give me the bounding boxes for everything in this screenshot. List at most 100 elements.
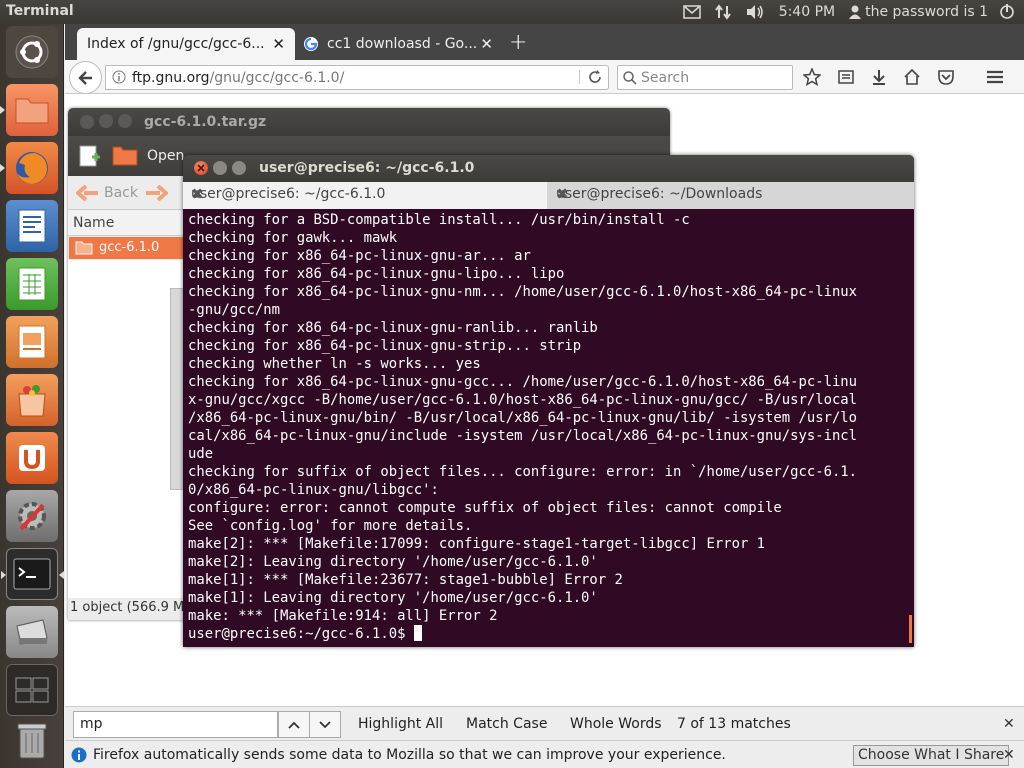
launcher-firefox-button[interactable] xyxy=(0,142,58,194)
launcher-ubuntu-one-button[interactable] xyxy=(6,432,58,484)
downloads-icon[interactable] xyxy=(871,69,887,85)
terminal-tab-downloads[interactable]: user@precise6: ~/Downloads ✖ xyxy=(548,182,912,209)
close-tab-icon[interactable]: ✕ xyxy=(272,35,285,53)
close-tab-icon[interactable]: ✕ xyxy=(480,35,493,53)
shopping-bag-icon xyxy=(15,382,49,418)
terminal-line: -gnu/gcc/nm xyxy=(188,302,280,318)
terminal-line: checking for gawk... mawk xyxy=(188,230,398,246)
running-indicator xyxy=(0,164,5,172)
active-app-title: Terminal xyxy=(6,3,74,19)
close-tab-icon[interactable]: ✖ xyxy=(191,185,541,203)
close-tab-icon[interactable]: ✖ xyxy=(556,185,906,203)
minimize-window-button[interactable] xyxy=(213,161,227,175)
search-input[interactable]: Search xyxy=(617,65,793,90)
user-icon xyxy=(849,5,862,19)
reload-icon[interactable] xyxy=(579,70,602,84)
search-icon xyxy=(623,71,637,85)
bookmarks-list-icon[interactable] xyxy=(838,69,854,85)
hamburger-menu-icon[interactable] xyxy=(986,69,1004,85)
launcher-writer-button[interactable] xyxy=(6,200,58,252)
terminal-tab-gcc[interactable]: user@precise6: ~/gcc-6.1.0 ✖ xyxy=(183,182,547,209)
minimize-window-button[interactable] xyxy=(99,114,113,128)
find-input[interactable]: mp xyxy=(73,711,278,738)
terminal-line: checking for a BSD-compatible install...… xyxy=(188,212,690,228)
archive-titlebar: gcc-6.1.0.tar.gz xyxy=(68,108,670,136)
open-archive-icon[interactable] xyxy=(112,144,138,166)
launcher xyxy=(0,24,64,768)
back-label[interactable]: Back xyxy=(104,185,138,201)
choose-what-i-share-button[interactable]: Choose What I Share xyxy=(853,745,1010,766)
launcher-software-center-button[interactable] xyxy=(6,374,58,426)
terminal-title: user@precise6: ~/gcc-6.1.0 xyxy=(259,160,475,176)
running-indicator xyxy=(0,106,5,114)
back-button[interactable] xyxy=(69,61,102,94)
status-text: 1 object (566.9 M xyxy=(70,600,185,615)
url-bar[interactable]: ftp.gnu.org/gnu/gcc/gcc-6.1.0/ xyxy=(105,65,609,90)
launcher-terminal-button[interactable] xyxy=(1,548,64,600)
new-archive-icon[interactable] xyxy=(78,144,100,168)
terminal-line: checking for x86_64-pc-linux-gnu-ranlib.… xyxy=(188,320,598,336)
bookmark-star-icon[interactable] xyxy=(803,68,821,86)
terminal-line: See `config.log' for more details. xyxy=(188,518,473,534)
url-path: /gnu/gcc/gcc-6.1.0/ xyxy=(209,70,345,86)
find-previous-button[interactable] xyxy=(278,711,310,738)
terminal-line: /x86_64-pc-linux-gnu/bin/ -B/usr/local/x… xyxy=(188,410,858,426)
match-case-toggle[interactable]: Match Case xyxy=(466,716,547,732)
back-arrow-icon[interactable] xyxy=(76,185,98,201)
whole-words-toggle[interactable]: Whole Words xyxy=(570,716,662,732)
close-findbar-icon[interactable]: ✕ xyxy=(1003,716,1015,732)
pocket-icon[interactable] xyxy=(937,69,955,85)
terminal-window: user@precise6: ~/gcc-6.1.0 user@precise6… xyxy=(183,155,914,647)
terminal-line: checking for x86_64-pc-linux-gnu-nm... /… xyxy=(188,284,858,300)
terminal-output[interactable]: checking for a BSD-compatible install...… xyxy=(188,211,910,643)
background-window-edge xyxy=(170,288,184,490)
maximize-window-button[interactable] xyxy=(118,114,132,128)
clock[interactable]: 5:40 PM xyxy=(779,4,835,20)
close-notification-icon[interactable]: ✕ xyxy=(1003,747,1015,763)
tab-google-search[interactable]: cc1 downloasd - Go... ✕ xyxy=(293,28,503,60)
volume-icon[interactable] xyxy=(745,4,765,20)
network-icon[interactable] xyxy=(714,4,731,20)
launcher-trash-button[interactable] xyxy=(6,714,58,766)
launcher-calc-button[interactable] xyxy=(6,258,58,310)
launcher-dash-button[interactable] xyxy=(6,26,58,78)
mail-icon[interactable] xyxy=(682,5,701,19)
terminal-scrollbar[interactable] xyxy=(909,615,912,643)
terminal-line: checking whether ln -s works... yes xyxy=(188,356,481,372)
focused-indicator xyxy=(59,571,64,579)
info-icon[interactable] xyxy=(112,70,126,84)
launcher-files-button[interactable] xyxy=(0,84,58,136)
tab-ftp-index[interactable]: Index of /gnu/gcc/gcc-6... ✕ xyxy=(77,28,295,60)
chevron-up-icon xyxy=(288,721,300,729)
back-arrow-icon xyxy=(78,70,94,86)
maximize-window-button[interactable] xyxy=(232,161,246,175)
toolbar-icons xyxy=(803,68,1004,86)
open-button-label[interactable]: Open xyxy=(147,148,184,164)
user-menu[interactable]: the password is 1 xyxy=(849,4,988,20)
close-window-button[interactable] xyxy=(194,161,208,175)
calc-icon xyxy=(16,266,48,302)
telemetry-notification: Firefox automatically sends some data to… xyxy=(65,740,1024,768)
launcher-impress-button[interactable] xyxy=(6,316,58,368)
indicator-tray: 5:40 PM the password is 1 xyxy=(682,0,1024,24)
launcher-workspace-switcher-button[interactable] xyxy=(6,664,58,716)
top-panel: Terminal 5:40 PM the password is 1 xyxy=(0,0,1024,24)
find-next-button[interactable] xyxy=(309,711,341,738)
highlight-all-toggle[interactable]: Highlight All xyxy=(358,716,443,732)
launcher-system-settings-button[interactable] xyxy=(6,490,58,542)
trash-icon xyxy=(15,720,49,760)
terminal-line: cal/x86_64-pc-linux-gnu/include -isystem… xyxy=(188,428,858,444)
close-window-button[interactable] xyxy=(80,115,94,129)
terminal-line: checking for suffix of object files... c… xyxy=(188,464,858,480)
home-icon[interactable] xyxy=(904,69,920,85)
running-indicator xyxy=(1,571,6,579)
tab-label: Index of /gnu/gcc/gcc-6... xyxy=(87,36,265,52)
forward-arrow-icon[interactable] xyxy=(146,185,168,201)
terminal-line: checking for x86_64-pc-linux-gnu-lipo...… xyxy=(188,266,565,282)
tab-label: cc1 downloasd - Go... xyxy=(327,36,478,52)
launcher-scanner-button[interactable] xyxy=(6,606,58,658)
terminal-icon xyxy=(13,558,51,590)
power-icon[interactable] xyxy=(998,3,1016,21)
list-item-label: gcc-6.1.0 xyxy=(99,240,160,255)
new-tab-button[interactable]: + xyxy=(509,30,527,55)
